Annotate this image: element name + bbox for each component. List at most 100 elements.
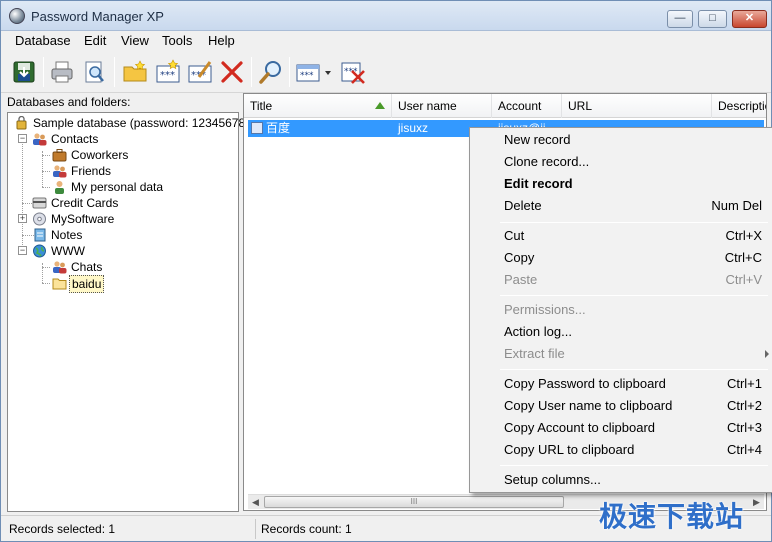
svg-text:***: *** (160, 70, 175, 81)
minimize-button[interactable]: — (667, 10, 693, 28)
tree-expand-toggle[interactable]: + (18, 214, 27, 223)
menu-item-copy-password[interactable]: Copy Password to clipboard (504, 373, 666, 395)
tree-node-sample-database[interactable]: Sample database (password: 12345678) (14, 115, 249, 131)
tree-node-www[interactable]: WWW (32, 243, 232, 259)
menu-item-extract-file: Extract file (504, 346, 565, 361)
watermark: 极速下载站 (599, 500, 745, 533)
folder-tree[interactable]: − + − Sample database (password: 1234567… (7, 112, 249, 512)
notes-icon (34, 228, 46, 242)
close-button[interactable]: ✕ (732, 10, 767, 28)
context-menu: New record Clone record... Edit record D… (469, 127, 772, 493)
menu-item-setup-columns[interactable]: Setup columns... (504, 469, 601, 491)
title-bar: Password Manager XP — □ ✕ (1, 1, 771, 31)
menu-item-clone-record[interactable]: Clone record... (504, 151, 589, 173)
folders-panel-header: Databases and folders: (7, 95, 131, 109)
columns-icon[interactable]: *** (295, 59, 321, 85)
tree-node-baidu[interactable]: baidu (52, 275, 232, 293)
menu-item-copy-username[interactable]: Copy User name to clipboard (504, 395, 672, 417)
menu-separator (500, 369, 768, 370)
column-header-label: User name (398, 99, 457, 113)
disc-icon (33, 212, 46, 226)
tree-node-label: MySoftware (51, 212, 115, 226)
tree-node-label: Sample database (password: 12345678) (33, 116, 250, 130)
tree-node-chats[interactable]: Chats (52, 259, 232, 275)
tree-node-label: Contacts (51, 132, 99, 146)
menu-database[interactable]: Database (15, 33, 71, 48)
menu-item-new-record[interactable]: New record (504, 129, 570, 151)
menu-item-copy[interactable]: Copy (504, 247, 534, 269)
tree-node-contacts[interactable]: Contacts (32, 131, 232, 147)
column-header-label: Descriptic (718, 99, 766, 113)
menu-bar: Database Edit View Tools Help (1, 31, 771, 51)
column-header-username[interactable]: User name (392, 94, 492, 118)
menu-edit[interactable]: Edit (84, 33, 106, 48)
column-header-label: Account (498, 99, 542, 113)
tree-node-my-personal-data[interactable]: My personal data (52, 179, 232, 195)
menu-shortcut-paste: Ctrl+V (725, 272, 762, 287)
tree-node-label: baidu (69, 275, 105, 293)
menu-item-paste: Paste (504, 272, 538, 287)
tree-collapse-toggle[interactable]: − (18, 246, 27, 255)
folder-icon (52, 278, 67, 290)
toolbar-separator (114, 57, 115, 87)
new-record-icon[interactable]: *** (155, 59, 181, 85)
scroll-left-arrow[interactable]: ◀ (248, 495, 263, 510)
new-folder-icon[interactable] (122, 59, 148, 85)
column-header-title[interactable]: Title (244, 94, 392, 118)
scrollbar-thumb[interactable]: III (264, 496, 564, 508)
search-icon[interactable] (258, 59, 284, 85)
toolbar-separator (43, 57, 44, 87)
print-icon[interactable] (49, 59, 75, 85)
tree-node-mysoftware[interactable]: MySoftware (32, 211, 232, 227)
tree-node-coworkers[interactable]: Coworkers (52, 147, 232, 163)
list-header: Title User name Account URL Descriptic (244, 94, 766, 118)
people-icon (53, 261, 67, 274)
tree-node-friends[interactable]: Friends (52, 163, 232, 179)
tree-node-label: WWW (51, 244, 85, 258)
column-header-description[interactable]: Descriptic (712, 94, 766, 118)
menu-separator (500, 465, 768, 466)
print-preview-icon[interactable] (81, 59, 107, 85)
tree-node-notes[interactable]: Notes (32, 227, 232, 243)
menu-shortcut-copy-account: Ctrl+3 (726, 420, 762, 435)
cell-title: 百度 (266, 121, 291, 135)
menu-item-copy-url[interactable]: Copy URL to clipboard (504, 439, 634, 461)
menu-item-edit-record[interactable]: Edit record (504, 173, 573, 195)
column-header-url[interactable]: URL (562, 94, 712, 118)
menu-item-delete[interactable]: Delete (504, 195, 542, 217)
column-header-label: Title (250, 99, 273, 113)
delete-columns-icon[interactable]: *** (340, 59, 366, 85)
tree-connector (22, 135, 23, 251)
menu-shortcut-copy: Ctrl+C (724, 250, 762, 265)
toolbar-separator (289, 57, 290, 87)
record-icon (251, 122, 263, 134)
toolbar-separator (251, 57, 252, 87)
tree-connector (42, 171, 50, 172)
scroll-right-arrow[interactable]: ▶ (749, 495, 764, 510)
menu-item-cut[interactable]: Cut (504, 225, 524, 247)
tree-node-credit-cards[interactable]: Credit Cards (32, 195, 232, 211)
menu-tools[interactable]: Tools (162, 33, 192, 48)
status-separator (255, 519, 256, 539)
maximize-button[interactable]: □ (698, 10, 727, 28)
column-header-account[interactable]: Account (492, 94, 562, 118)
submenu-arrow-icon (765, 350, 769, 358)
menu-item-action-log[interactable]: Action log... (504, 321, 572, 343)
tree-connector (42, 263, 43, 283)
save-icon[interactable] (11, 59, 37, 85)
menu-view[interactable]: View (121, 33, 149, 48)
toolbar: *** *** *** *** (1, 51, 771, 93)
edit-record-icon[interactable]: *** (187, 59, 213, 85)
delete-icon[interactable] (219, 59, 245, 85)
menu-help[interactable]: Help (208, 33, 235, 48)
menu-item-copy-account[interactable]: Copy Account to clipboard (504, 417, 655, 439)
records-count-status: Records count: 1 (261, 522, 352, 536)
window-title: Password Manager XP (31, 9, 164, 24)
credit-card-icon (32, 197, 47, 209)
column-header-label: URL (568, 99, 593, 113)
tree-node-label: Notes (51, 228, 83, 242)
tree-node-label: My personal data (71, 180, 164, 194)
tree-collapse-toggle[interactable]: − (18, 134, 27, 143)
chevron-down-icon[interactable] (323, 59, 333, 85)
briefcase-icon (52, 149, 67, 162)
